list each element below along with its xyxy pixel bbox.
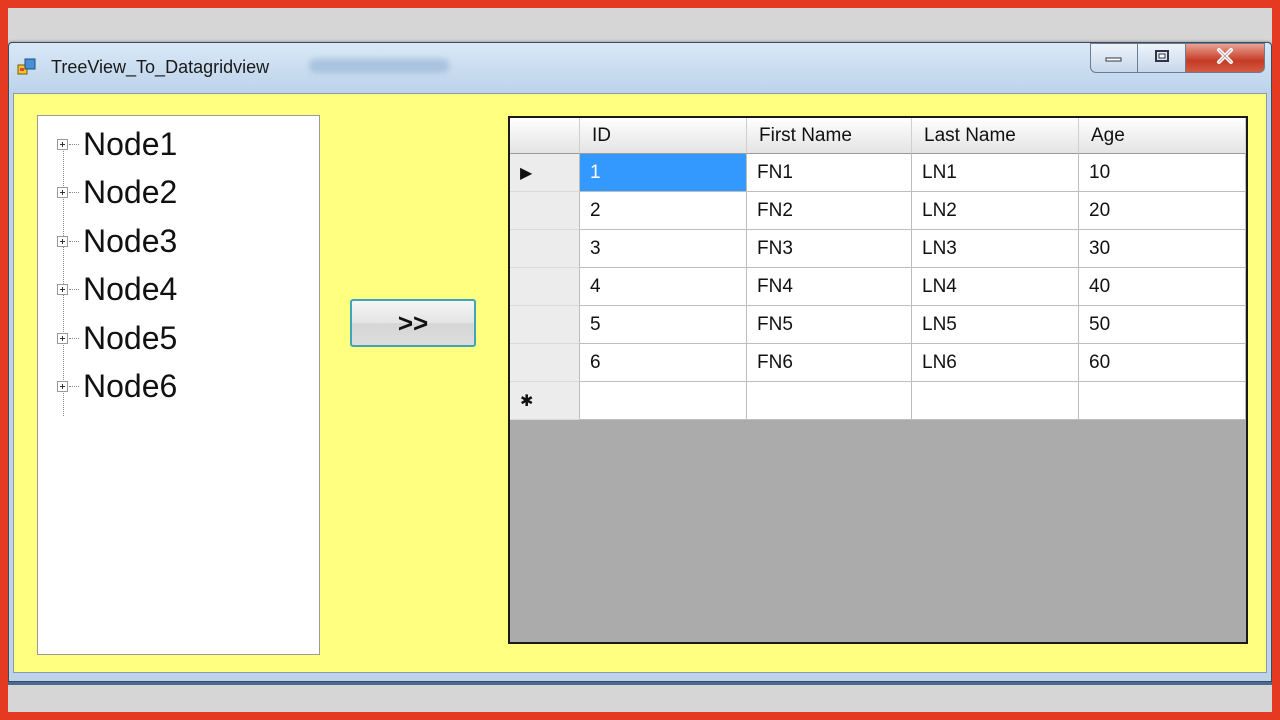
- tree-view[interactable]: Node1 Node2 Node3 Node4 Node5 Node6: [37, 115, 320, 655]
- table-row[interactable]: 2 FN2 LN2 20: [510, 192, 1246, 230]
- cell-last-name[interactable]: LN2: [912, 192, 1079, 230]
- desktop: TreeView_To_Datagridview Node1 Node2 Nod…: [8, 8, 1272, 712]
- current-row-arrow-icon: ▶: [520, 164, 533, 182]
- taskbar-strip: [8, 682, 1272, 712]
- tree-node[interactable]: Node2: [53, 173, 177, 213]
- row-header[interactable]: ▶: [510, 154, 580, 192]
- row-header[interactable]: ✱: [510, 382, 580, 420]
- cell-last-name[interactable]: LN1: [912, 154, 1079, 192]
- table-row[interactable]: 5 FN5 LN5 50: [510, 306, 1246, 344]
- table-row[interactable]: ▶ 1 FN1 LN1 10: [510, 154, 1246, 192]
- tree-node-label: Node5: [83, 319, 178, 356]
- transfer-to-grid-button[interactable]: >>: [350, 299, 476, 347]
- table-row[interactable]: 6 FN6 LN6 60: [510, 344, 1246, 382]
- tree-node[interactable]: Node3: [53, 221, 177, 261]
- cell-first-name[interactable]: FN3: [747, 230, 912, 268]
- app-window-icon: [17, 57, 37, 77]
- window-title: TreeView_To_Datagridview: [51, 57, 270, 77]
- row-header[interactable]: [510, 268, 580, 306]
- tree-node-label: Node1: [83, 125, 178, 162]
- cell-first-name[interactable]: FN1: [747, 154, 912, 192]
- tree-node-label: Node3: [83, 222, 178, 259]
- tree-node[interactable]: Node4: [53, 270, 177, 310]
- tree-connector-dots: [69, 240, 79, 242]
- expand-plus-icon[interactable]: [57, 332, 68, 344]
- cell-last-name[interactable]: LN5: [912, 306, 1079, 344]
- minimize-button[interactable]: [1090, 43, 1138, 73]
- column-header-last-name[interactable]: Last Name: [912, 118, 1079, 154]
- new-cell-id[interactable]: [580, 382, 747, 420]
- cell-id[interactable]: 4: [580, 268, 747, 306]
- tree-connector-dots: [69, 337, 79, 339]
- expand-plus-icon[interactable]: [57, 381, 68, 392]
- column-header-first-name[interactable]: First Name: [747, 118, 912, 154]
- close-button[interactable]: [1185, 43, 1265, 73]
- cell-last-name[interactable]: LN3: [912, 230, 1079, 268]
- row-header[interactable]: [510, 306, 580, 344]
- table-row[interactable]: 4 FN4 LN4 40: [510, 268, 1246, 306]
- expand-plus-icon[interactable]: [57, 138, 68, 150]
- new-cell-first-name[interactable]: [747, 382, 912, 420]
- tree-node-label: Node2: [83, 174, 178, 210]
- expand-plus-icon[interactable]: [57, 187, 68, 198]
- cell-age[interactable]: 10: [1079, 154, 1246, 192]
- new-row-asterisk-icon: ✱: [520, 392, 534, 410]
- tree-node[interactable]: Node1: [53, 124, 177, 164]
- tree-connector-dots: [69, 192, 79, 193]
- row-header[interactable]: [510, 230, 580, 268]
- cell-id[interactable]: 3: [580, 230, 747, 268]
- form-client-area: Node1 Node2 Node3 Node4 Node5 Node6 >> ID Fir…: [13, 93, 1267, 673]
- table-row[interactable]: 3 FN3 LN3 30: [510, 230, 1246, 268]
- cell-age[interactable]: 30: [1079, 230, 1246, 268]
- grid-corner-header[interactable]: [510, 118, 580, 154]
- row-header[interactable]: [510, 344, 580, 382]
- cell-age[interactable]: 40: [1079, 268, 1246, 306]
- cell-age[interactable]: 20: [1079, 192, 1246, 230]
- cell-id[interactable]: 6: [580, 344, 747, 382]
- cell-id[interactable]: 5: [580, 306, 747, 344]
- new-cell-last-name[interactable]: [912, 382, 1079, 420]
- cell-id[interactable]: 2: [580, 192, 747, 230]
- tree-node[interactable]: Node5: [53, 318, 177, 358]
- tree-connector-dots: [69, 289, 79, 290]
- close-icon: [1215, 47, 1235, 70]
- column-header-id[interactable]: ID: [580, 118, 747, 154]
- tree-node-label: Node6: [83, 368, 178, 404]
- title-bar[interactable]: TreeView_To_Datagridview: [9, 43, 1271, 93]
- cell-first-name[interactable]: FN2: [747, 192, 912, 230]
- cell-first-name[interactable]: FN5: [747, 306, 912, 344]
- cell-id[interactable]: 1: [580, 154, 747, 192]
- restore-icon: [1152, 48, 1172, 69]
- tree-node-label: Node4: [83, 271, 178, 307]
- cell-age[interactable]: 60: [1079, 344, 1246, 382]
- main-window: TreeView_To_Datagridview Node1 Node2 Nod…: [8, 42, 1272, 682]
- new-cell-age[interactable]: [1079, 382, 1246, 420]
- cell-age[interactable]: 50: [1079, 306, 1246, 344]
- cell-last-name[interactable]: LN6: [912, 344, 1079, 382]
- tree-connector-dots: [69, 386, 79, 387]
- cell-first-name[interactable]: FN4: [747, 268, 912, 306]
- tree-connector-dots: [69, 143, 79, 145]
- grid-body: ▶ 1 FN1 LN1 10 2 FN2 LN2 20 3 FN3 LN3 30 4 FN4 LN4 40 5 FN…: [510, 154, 1246, 420]
- grid-header-row: ID First Name Last Name Age: [510, 118, 1246, 154]
- expand-plus-icon[interactable]: [57, 235, 68, 247]
- minimize-icon: [1104, 49, 1124, 68]
- cell-last-name[interactable]: LN4: [912, 268, 1079, 306]
- column-header-age[interactable]: Age: [1079, 118, 1246, 154]
- new-row[interactable]: ✱: [510, 382, 1246, 420]
- data-grid-view[interactable]: ID First Name Last Name Age ▶ 1 FN1 LN1 10 2 F…: [508, 116, 1248, 644]
- row-header[interactable]: [510, 192, 580, 230]
- maximize-button[interactable]: [1137, 43, 1186, 73]
- expand-plus-icon[interactable]: [57, 284, 68, 295]
- blurred-title-region: [309, 59, 449, 73]
- tree-node[interactable]: Node6: [53, 367, 177, 407]
- cell-first-name[interactable]: FN6: [747, 344, 912, 382]
